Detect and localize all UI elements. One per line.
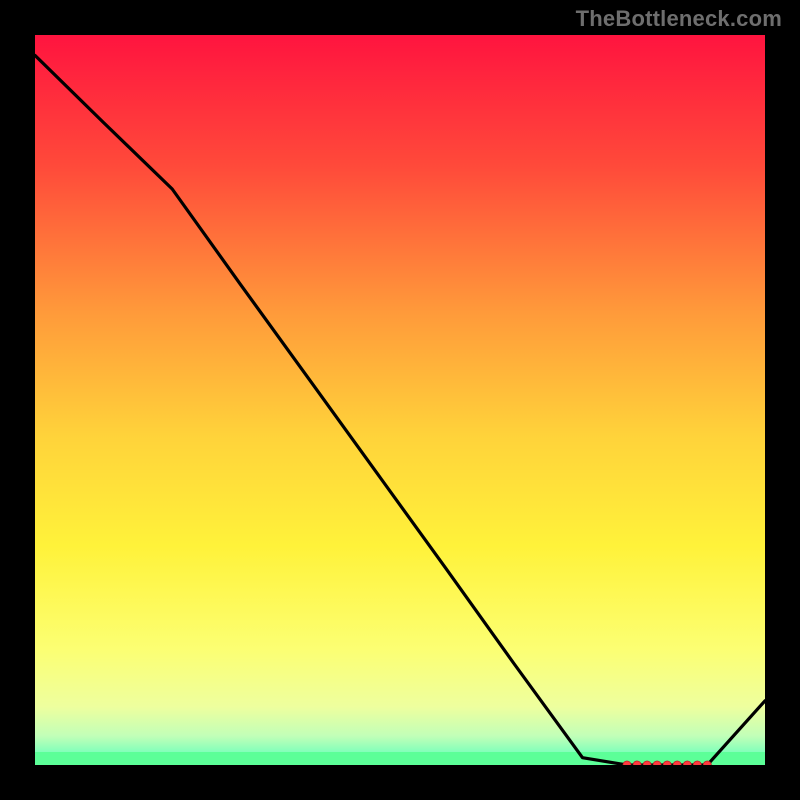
gradient-background [35, 35, 765, 765]
chart-svg [35, 35, 765, 765]
flat-region-markers [623, 761, 712, 765]
watermark-text: TheBottleneck.com [576, 6, 782, 32]
plot-area [35, 35, 765, 765]
chart-frame: TheBottleneck.com [0, 0, 800, 800]
